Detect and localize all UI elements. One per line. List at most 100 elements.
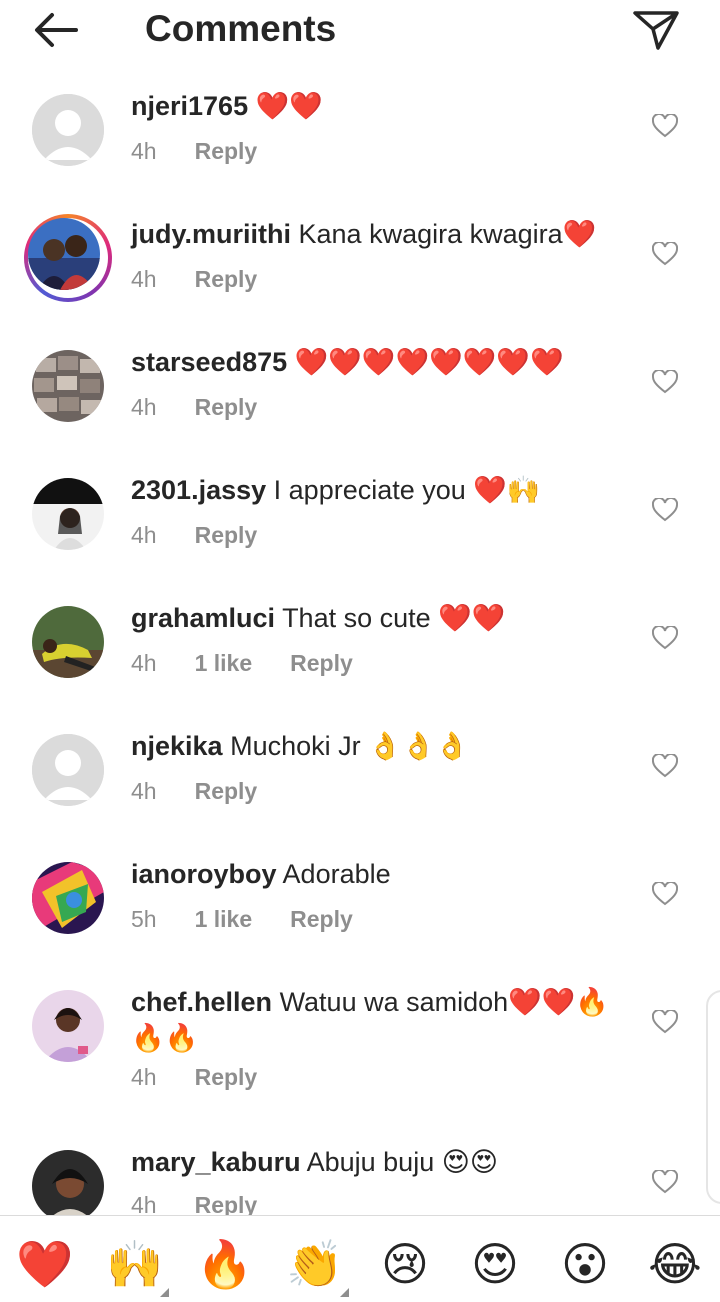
comment-list[interactable]: njeri1765 ❤️❤️ 4h Reply judy.muriithi Kan… [0, 62, 720, 1215]
comment-meta: 4h Reply [131, 1062, 295, 1092]
avatar[interactable] [32, 606, 104, 678]
comment-text: 2301.jassy I appreciate you ❤️🙌 [131, 472, 621, 508]
comment-item: chef.hellen Watuu wa samidoh❤️❤️🔥🔥🔥 4h Re… [0, 958, 720, 1122]
comment-time: 4h [131, 138, 157, 164]
emoji-heart-eyes[interactable]: 😍 [465, 1238, 525, 1290]
comment-item: mary_kaburu Abuju buju 😍😍 4h Reply [0, 1122, 720, 1215]
reply-button[interactable]: Reply [290, 904, 353, 934]
direct-message-icon[interactable] [632, 8, 680, 52]
like-heart-icon[interactable] [652, 498, 678, 522]
reply-button[interactable]: Reply [195, 1190, 258, 1215]
comment-text: starseed875 ❤️❤️❤️❤️❤️❤️❤️❤️ [131, 344, 621, 380]
comment-body: Abuju buju 😍😍 [306, 1147, 499, 1177]
comment-time: 4h [131, 266, 157, 292]
comment-text: njekika Muchoki Jr 👌👌👌 [131, 728, 621, 764]
emoji-clapping-hands[interactable]: 👏 [285, 1238, 345, 1290]
reply-button[interactable]: Reply [195, 264, 258, 294]
skin-tone-indicator-icon [160, 1288, 169, 1297]
comment-username[interactable]: chef.hellen [131, 987, 272, 1017]
comment-username[interactable]: starseed875 [131, 347, 287, 377]
comment-username[interactable]: judy.muriithi [131, 219, 291, 249]
comment-text: mary_kaburu Abuju buju 😍😍 [131, 1144, 621, 1180]
comment-time: 4h [131, 522, 157, 548]
avatar[interactable] [32, 94, 104, 166]
comment-item: njekika Muchoki Jr 👌👌👌 4h Reply [0, 702, 720, 830]
like-heart-icon[interactable] [652, 754, 678, 778]
skin-tone-indicator-icon [340, 1288, 349, 1297]
default-avatar-icon [32, 94, 104, 166]
like-heart-icon[interactable] [652, 1170, 678, 1194]
avatar[interactable] [32, 350, 104, 422]
emoji-fire[interactable]: 🔥 [195, 1238, 255, 1290]
comment-username[interactable]: njeri1765 [131, 91, 248, 121]
comment-time: 4h [131, 778, 157, 804]
comment-body: That so cute ❤️❤️ [282, 603, 506, 633]
avatar[interactable] [32, 734, 104, 806]
comment-username[interactable]: njekika [131, 731, 223, 761]
avatar[interactable] [32, 862, 104, 934]
comment-item: 2301.jassy I appreciate you ❤️🙌 4h Reply [0, 446, 720, 574]
reply-button[interactable]: Reply [290, 648, 353, 678]
comment-item: njeri1765 ❤️❤️ 4h Reply [0, 62, 720, 190]
reply-button[interactable]: Reply [195, 136, 258, 166]
reply-button[interactable]: Reply [195, 1062, 258, 1092]
comment-time: 5h [131, 906, 157, 932]
comment-meta: 4h 1 like Reply [131, 648, 391, 678]
comment-meta: 4h Reply [131, 1190, 295, 1215]
avatar-story-ring[interactable] [24, 214, 112, 302]
comment-username[interactable]: grahamluci [131, 603, 275, 633]
avatar[interactable] [32, 1150, 104, 1215]
emoji-raising-hands[interactable]: 🙌 [105, 1238, 165, 1290]
comment-username[interactable]: ianoroyboy [131, 859, 277, 889]
like-count[interactable]: 1 like [195, 648, 253, 678]
comment-meta: 4h Reply [131, 776, 295, 806]
avatar[interactable] [32, 990, 104, 1062]
like-heart-icon[interactable] [652, 242, 678, 266]
comment-meta: 4h Reply [131, 392, 295, 422]
avatar[interactable] [32, 478, 104, 550]
like-heart-icon[interactable] [652, 114, 678, 138]
comment-body: ❤️❤️ [255, 91, 323, 121]
avatar [28, 218, 100, 290]
like-heart-icon[interactable] [652, 370, 678, 394]
scroll-indicator[interactable] [706, 990, 720, 1204]
comment-text: chef.hellen Watuu wa samidoh❤️❤️🔥🔥🔥 [131, 984, 621, 1056]
comment-text: njeri1765 ❤️❤️ [131, 88, 621, 124]
page-title: Comments [145, 8, 337, 49]
reply-button[interactable]: Reply [195, 776, 258, 806]
like-heart-icon[interactable] [652, 1010, 678, 1034]
comment-body: Adorable [282, 859, 391, 889]
comment-item: grahamluci That so cute ❤️❤️ 4h 1 like Rep… [0, 574, 720, 702]
comment-item: starseed875 ❤️❤️❤️❤️❤️❤️❤️❤️ 4h Reply [0, 318, 720, 446]
header: Comments [0, 0, 720, 62]
like-count[interactable]: 1 like [195, 904, 253, 934]
comment-meta: 4h Reply [131, 264, 295, 294]
comment-item: judy.muriithi Kana kwagira kwagira❤️ 4h R… [0, 190, 720, 318]
comment-item: ianoroyboy Adorable 5h 1 like Reply [0, 830, 720, 958]
comment-time: 4h [131, 394, 157, 420]
comment-username[interactable]: mary_kaburu [131, 1147, 301, 1177]
reply-button[interactable]: Reply [195, 520, 258, 550]
comment-text: ianoroyboy Adorable [131, 856, 621, 892]
reply-button[interactable]: Reply [195, 392, 258, 422]
comment-username[interactable]: 2301.jassy [131, 475, 266, 505]
comment-body: I appreciate you ❤️🙌 [273, 475, 541, 505]
comment-body: Kana kwagira kwagira❤️ [298, 219, 597, 249]
emoji-reaction-bar: ❤️ 🙌 🔥 👏 😢 😍 😮 😂 [0, 1215, 720, 1302]
like-heart-icon[interactable] [652, 626, 678, 650]
like-heart-icon[interactable] [652, 882, 678, 906]
comment-body: Muchoki Jr 👌👌👌 [230, 731, 469, 761]
comment-text: judy.muriithi Kana kwagira kwagira❤️ [131, 216, 621, 252]
comment-text: grahamluci That so cute ❤️❤️ [131, 600, 621, 636]
back-arrow-icon[interactable] [30, 10, 82, 50]
comment-meta: 5h 1 like Reply [131, 904, 391, 934]
comment-meta: 4h Reply [131, 136, 295, 166]
emoji-tears-of-joy[interactable]: 😂 [645, 1238, 705, 1290]
comment-time: 4h [131, 650, 157, 676]
comment-meta: 4h Reply [131, 520, 295, 550]
default-avatar-icon [32, 734, 104, 806]
emoji-crying-face[interactable]: 😢 [375, 1238, 435, 1290]
comment-body: ❤️❤️❤️❤️❤️❤️❤️❤️ [294, 347, 564, 377]
emoji-surprised-face[interactable]: 😮 [555, 1238, 615, 1290]
emoji-heart[interactable]: ❤️ [15, 1238, 75, 1290]
